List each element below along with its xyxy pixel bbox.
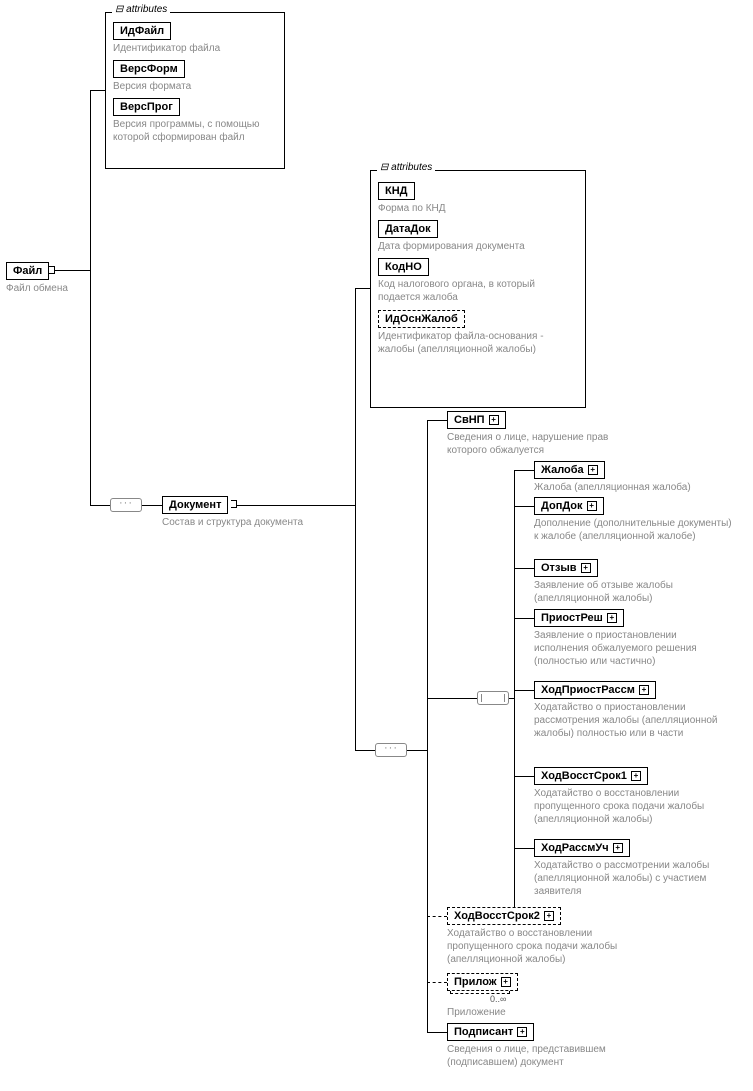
desc-idfile: Идентификатор файла [113,42,273,55]
expand-icon[interactable]: + [639,685,649,695]
node-hodvosstsrok2[interactable]: ХодВосстСрок2 + [447,907,561,925]
node-label: ХодПриостРассм [541,684,635,696]
attr-idosnzhalob[interactable]: ИдОснЖалоб [378,310,465,328]
node-label: Прилож [454,976,497,988]
attr-kodno[interactable]: КодНО [378,258,429,276]
node-hodpriostrassm[interactable]: ХодПриостРассм + [534,681,656,699]
expand-icon[interactable]: + [631,771,641,781]
attr-idfile[interactable]: ИдФайл [113,22,171,40]
desc-zhaloba: Жалоба (апелляционная жалоба) [534,481,734,494]
desc-priloz: Приложение [447,1006,647,1019]
node-hodvosstsrok1[interactable]: ХодВосстСрок1 + [534,767,648,785]
attr-versprog[interactable]: ВерсПрог [113,98,180,116]
node-label: СвНП [454,414,485,426]
desc-dopdoc: Дополнение (дополнительные документы) к … [534,517,734,543]
desc-knd: Форма по КНД [378,202,568,215]
desc-idosnzhalob: Идентификатор файла-основания - жалобы (… [378,330,578,356]
node-zhaloba[interactable]: Жалоба + [534,461,605,479]
expand-icon[interactable]: + [489,415,499,425]
attr-label: КодНО [385,261,422,273]
choice-icon [477,691,509,705]
node-priostresh[interactable]: ПриостРеш + [534,609,624,627]
expand-icon[interactable]: + [588,465,598,475]
desc-hodrassmuch: Ходатайство о рассмотрении жалобы (апелл… [534,859,744,898]
node-document[interactable]: Документ [162,496,228,514]
attr-knd[interactable]: КНД [378,182,415,200]
node-label: Файл [13,265,42,277]
sequence-icon [110,498,142,512]
attrs-label: attributes [391,162,432,173]
attrs-header[interactable]: attributes [112,4,170,15]
desc-file: Файл обмена [6,282,86,295]
desc-priostresh: Заявление о приостановлении исполнения о… [534,629,734,668]
attr-label: ИдОснЖалоб [385,313,458,325]
attr-label: ВерсФорм [120,63,178,75]
node-label: Подписант [454,1026,513,1038]
attr-versform[interactable]: ВерсФорм [113,60,185,78]
expand-icon[interactable]: + [581,563,591,573]
expand-icon[interactable]: + [501,977,511,987]
expand-icon[interactable]: + [587,501,597,511]
sequence-icon [375,743,407,757]
occurs-label: 0..∞ [490,994,506,1004]
expand-icon[interactable]: + [613,843,623,853]
node-label: ХодВосстСрок2 [454,910,540,922]
desc-versprog: Версия программы, с помощью которой сфор… [113,118,278,144]
node-label: ПриостРеш [541,612,603,624]
node-label: Документ [169,499,221,511]
attr-label: ВерсПрог [120,101,173,113]
node-label: ДопДок [541,500,583,512]
desc-kodno: Код налогового органа, в который подаетс… [378,278,568,304]
node-dopdoc[interactable]: ДопДок + [534,497,604,515]
desc-podpisant: Сведения о лице, представившем (подписав… [447,1043,657,1069]
attrs-label: attributes [126,4,167,15]
attr-label: КНД [385,185,408,197]
expand-icon[interactable]: + [607,613,617,623]
node-podpisant[interactable]: Подписант + [447,1023,534,1041]
desc-hodpriostrassm: Ходатайство о приостановлении рассмотрен… [534,701,734,740]
node-priloz[interactable]: Прилож + [447,973,518,991]
attrs-header[interactable]: attributes [377,162,435,173]
desc-hodvosstsrok1: Ходатайство о восстановлении пропущенног… [534,787,744,826]
attr-datadoc[interactable]: ДатаДок [378,220,438,238]
desc-versform: Версия формата [113,80,273,93]
desc-svnp: Сведения о лице, нарушение прав которого… [447,431,647,457]
node-label: ХодВосстСрок1 [541,770,627,782]
node-otzyv[interactable]: Отзыв + [534,559,598,577]
node-label: Жалоба [541,464,584,476]
node-svnp[interactable]: СвНП + [447,411,506,429]
node-file[interactable]: Файл [6,262,49,280]
attr-label: ДатаДок [385,223,431,235]
expand-icon[interactable]: + [517,1027,527,1037]
desc-document: Состав и структура документа [162,516,342,529]
expand-stub [231,500,237,508]
desc-hodvosstsrok2: Ходатайство о восстановлении пропущенног… [447,927,657,966]
attr-label: ИдФайл [120,25,164,37]
desc-datadoc: Дата формирования документа [378,240,568,253]
node-hodrassmuch[interactable]: ХодРассмУч + [534,839,630,857]
desc-otzyv: Заявление об отзыве жалобы (апелляционно… [534,579,734,605]
node-label: ХодРассмУч [541,842,609,854]
expand-icon[interactable]: + [544,911,554,921]
node-label: Отзыв [541,562,577,574]
